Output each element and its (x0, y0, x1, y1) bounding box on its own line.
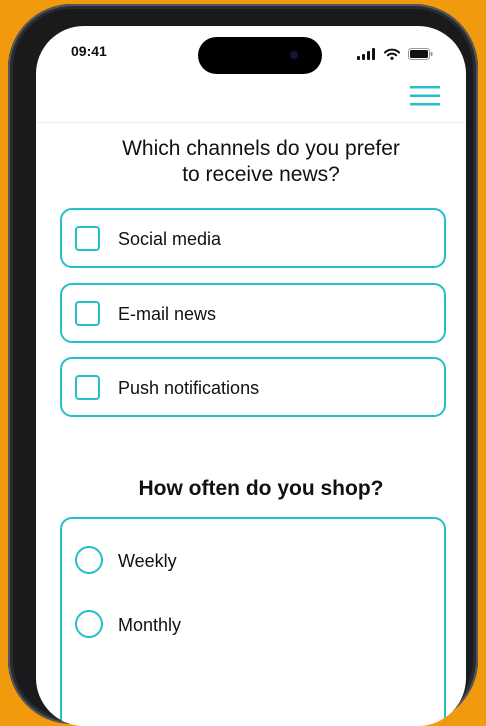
option-label: Social media (118, 229, 222, 249)
checkbox-social-media[interactable] (75, 226, 100, 251)
status-icons (357, 45, 433, 63)
radio-option-monthly[interactable]: Monthly (62, 603, 444, 647)
option-label: Push notifications (118, 378, 260, 398)
phone-frame: 09:41 Which channels do you prefer to re… (8, 4, 478, 726)
question-channels-line2: to receive news? (182, 163, 340, 186)
hamburger-menu-icon[interactable] (410, 85, 440, 107)
radio-monthly[interactable] (75, 610, 103, 638)
battery-icon (408, 47, 433, 60)
dynamic-island (198, 37, 322, 74)
radio-label: Weekly (118, 551, 177, 571)
option-push-notifications[interactable]: Push notifications (60, 357, 446, 417)
question-channels-line1: Which channels do you prefer (122, 137, 400, 160)
question-channels: Which channels do you prefer to receive … (76, 136, 446, 188)
radio-option-weekly[interactable]: Weekly (62, 539, 444, 583)
checkbox-email-news[interactable] (75, 301, 100, 326)
option-email-news[interactable]: E-mail news (60, 283, 446, 343)
front-camera-icon (290, 51, 298, 59)
checkbox-push-notifications[interactable] (75, 375, 100, 400)
radio-weekly[interactable] (75, 546, 103, 574)
radio-group-frequency: Weekly Monthly (60, 517, 446, 726)
wifi-icon (383, 48, 400, 60)
question-shopping-frequency: How often do you shop? (138, 477, 384, 500)
radio-label: Monthly (118, 615, 182, 635)
header-divider (36, 122, 466, 123)
phone-screen: 09:41 Which channels do you prefer to re… (36, 26, 466, 726)
option-label: E-mail news (118, 304, 217, 324)
signal-icon (357, 47, 376, 60)
option-social-media[interactable]: Social media (60, 208, 446, 268)
status-time: 09:41 (71, 43, 107, 59)
